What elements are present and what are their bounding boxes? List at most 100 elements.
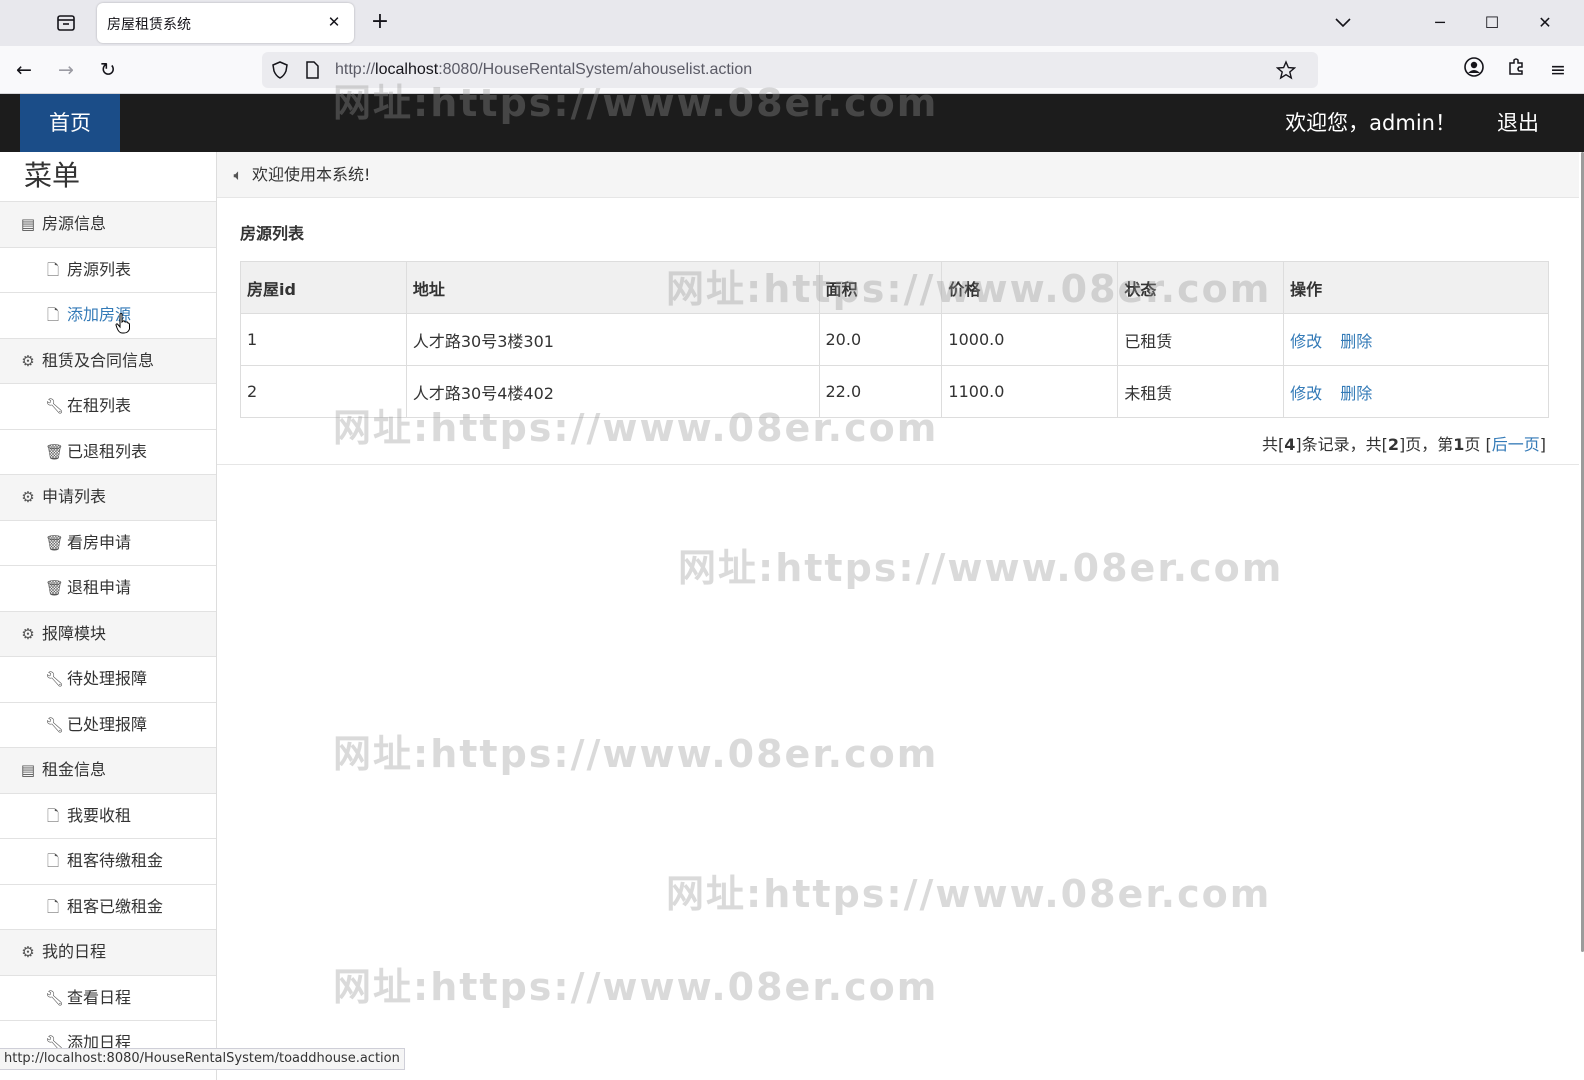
menu-group-applications[interactable]: ⚙ 申请列表 [0, 474, 216, 520]
bookmark-star-icon[interactable] [1275, 60, 1297, 80]
content-divider [217, 464, 1579, 465]
notice-bar: 🔈︎ 欢迎使用本系统! [217, 152, 1579, 198]
forward-icon[interactable]: → [52, 56, 80, 84]
menu-item-house-list[interactable]: 🗋 房源列表 [0, 246, 216, 292]
column-header: 操作 [1283, 261, 1549, 314]
table-header-row: 房屋id 地址 面积 价格 状态 操作 [240, 261, 1549, 314]
menu-group-schedule[interactable]: ⚙ 我的日程 [0, 929, 216, 975]
link-status-bar: http://localhost:8080/HouseRentalSystem/… [0, 1048, 405, 1070]
menu-item-view-schedule[interactable]: 🔧︎ 查看日程 [0, 974, 216, 1020]
cell-status: 已租赁 [1117, 313, 1285, 366]
file-icon: 🗋 [46, 306, 60, 324]
cell-id: 1 [240, 313, 407, 366]
panel-title: 房源列表 [240, 224, 305, 243]
cell-area: 22.0 [818, 365, 943, 418]
gear-icon: ⚙ [21, 624, 35, 643]
list-icon: ▤ [20, 761, 36, 779]
file-icon: 🗋 [46, 806, 60, 825]
menu-item-rent-due[interactable]: 🗋 租客待缴租金 [0, 838, 216, 884]
tab-title: 房屋租赁系统 [107, 17, 191, 33]
wrench-icon: 🔧︎ [45, 670, 65, 688]
welcome-message: 欢迎您，admin！ [1285, 111, 1456, 135]
menu-group-rent-info[interactable]: ▤ 租金信息 [0, 747, 216, 793]
web-page: 首页 欢迎您，admin！ 退出 菜单 ▤ 房源信息 🗋 房源列表 🗋 添加房源 ⚙ 租… [0, 81, 1584, 1080]
page-info-icon[interactable] [302, 60, 322, 80]
file-icon: 🗋 [46, 897, 60, 916]
menu-item-pending-repairs[interactable]: 🔧︎ 待处理报障 [0, 656, 216, 702]
trash-icon: 🗑︎ [45, 533, 65, 552]
cell-price: 1000.0 [941, 313, 1119, 366]
cell-price: 1100.0 [941, 365, 1119, 418]
edit-link[interactable]: 修改 [1290, 384, 1322, 403]
list-icon: ▤ [20, 215, 36, 233]
tab-list-icon[interactable] [52, 10, 80, 36]
main-content: 🔈︎ 欢迎使用本系统! 房源列表 房屋id 地址 面积 价格 状态 操作 1 人… [217, 152, 1579, 1080]
maximize-icon[interactable]: ☐ [1477, 8, 1507, 38]
cell-area: 20.0 [818, 313, 943, 366]
file-icon: 🗋 [46, 260, 60, 279]
account-icon[interactable] [1460, 56, 1488, 84]
file-icon: 🗋 [46, 852, 60, 870]
menu-item-viewing-requests[interactable]: 🗑︎ 看房申请 [0, 519, 216, 565]
column-header: 面积 [818, 261, 943, 314]
delete-link[interactable]: 删除 [1340, 384, 1372, 403]
trash-icon: 🗑︎ [45, 442, 65, 461]
gear-icon: ⚙ [21, 488, 35, 506]
cell-actions: 修改 删除 [1283, 365, 1549, 418]
browser-tabstrip: 房屋租赁系统 ✕ + ─ ☐ ✕ [0, 0, 1584, 46]
back-icon[interactable]: ← [10, 56, 38, 84]
edit-link[interactable]: 修改 [1290, 332, 1322, 351]
speaker-icon: 🔈︎ [233, 166, 243, 184]
new-tab-icon[interactable]: + [366, 9, 394, 37]
cell-status: 未租赁 [1117, 365, 1285, 418]
column-header: 价格 [941, 261, 1119, 314]
cell-id: 2 [240, 365, 407, 418]
site-header: 首页 欢迎您，admin！ 退出 [0, 94, 1584, 152]
pagination: 共[4]条记录，共[2]页，第1页 [后一页] [1261, 435, 1546, 454]
table-row: 1 人才路30号3楼301 20.0 1000.0 已租赁 修改 删除 [240, 313, 1549, 366]
next-page-link[interactable]: 后一页 [1492, 435, 1540, 454]
shield-icon[interactable] [270, 60, 290, 80]
table-row: 2 人才路30号4楼402 22.0 1100.0 未租赁 修改 删除 [240, 365, 1549, 418]
wrench-icon: 🔧︎ [45, 397, 65, 415]
cell-address: 人才路30号4楼402 [405, 365, 820, 418]
menu-item-checkout-requests[interactable]: 🗑︎ 退租申请 [0, 565, 216, 611]
gear-icon: ⚙ [21, 943, 35, 961]
extensions-icon[interactable] [1502, 56, 1530, 84]
browser-tab-active[interactable]: 房屋租赁系统 ✕ [97, 3, 354, 43]
logout-link[interactable]: 退出 [1497, 94, 1539, 152]
menu-item-renting-list[interactable]: 🔧︎ 在租列表 [0, 383, 216, 429]
hand-cursor-icon [115, 312, 131, 334]
menu-title: 菜单 [24, 159, 81, 192]
menu-group-house-info[interactable]: ▤ 房源信息 [0, 201, 216, 247]
cell-address: 人才路30号3楼301 [405, 313, 820, 366]
menu-item-rent-paid[interactable]: 🗋 租客已缴租金 [0, 883, 216, 929]
wrench-icon: 🔧︎ [45, 715, 65, 734]
reload-icon[interactable]: ↻ [94, 56, 122, 84]
gear-icon: ⚙ [21, 351, 35, 370]
menu-item-add-house[interactable]: 🗋 添加房源 [0, 292, 216, 338]
address-bar[interactable]: http://localhost:8080/HouseRentalSystem/… [262, 52, 1318, 88]
trash-icon: 🗑︎ [45, 579, 65, 597]
tab-close-icon[interactable]: ✕ [324, 12, 344, 32]
menu-item-collect-rent[interactable]: 🗋 我要收租 [0, 792, 216, 838]
minimize-icon[interactable]: ─ [1425, 8, 1455, 38]
cell-actions: 修改 删除 [1283, 313, 1549, 366]
column-header: 房屋id [240, 261, 407, 314]
wrench-icon: 🔧︎ [45, 988, 65, 1007]
column-header: 地址 [405, 261, 820, 314]
window-close-icon[interactable]: ✕ [1530, 8, 1560, 38]
tab-overflow-chevron-icon[interactable] [1328, 8, 1358, 38]
menu-hamburger-icon[interactable]: ≡ [1544, 56, 1572, 84]
menu-group-repairs[interactable]: ⚙ 报障模块 [0, 610, 216, 656]
menu-item-ended-lease-list[interactable]: 🗑︎ 已退租列表 [0, 428, 216, 474]
house-table: 房屋id 地址 面积 价格 状态 操作 1 人才路30号3楼301 20.0 1… [240, 261, 1549, 418]
delete-link[interactable]: 删除 [1340, 332, 1372, 351]
url-text[interactable]: http://localhost:8080/HouseRentalSystem/… [335, 61, 752, 79]
home-nav-link[interactable]: 首页 [20, 94, 120, 152]
menu-item-handled-repairs[interactable]: 🔧︎ 已处理报障 [0, 701, 216, 747]
menu-group-lease-contract[interactable]: ⚙ 租赁及合同信息 [0, 337, 216, 383]
page-scrollbar[interactable] [1580, 152, 1584, 952]
sidebar-menu: 菜单 ▤ 房源信息 🗋 房源列表 🗋 添加房源 ⚙ 租赁及合同信息 🔧︎ 在租列表 🗑︎ 已… [0, 152, 217, 1080]
browser-navbar: ← → ↻ http://localhost:8080/HouseRentalS… [0, 46, 1584, 94]
